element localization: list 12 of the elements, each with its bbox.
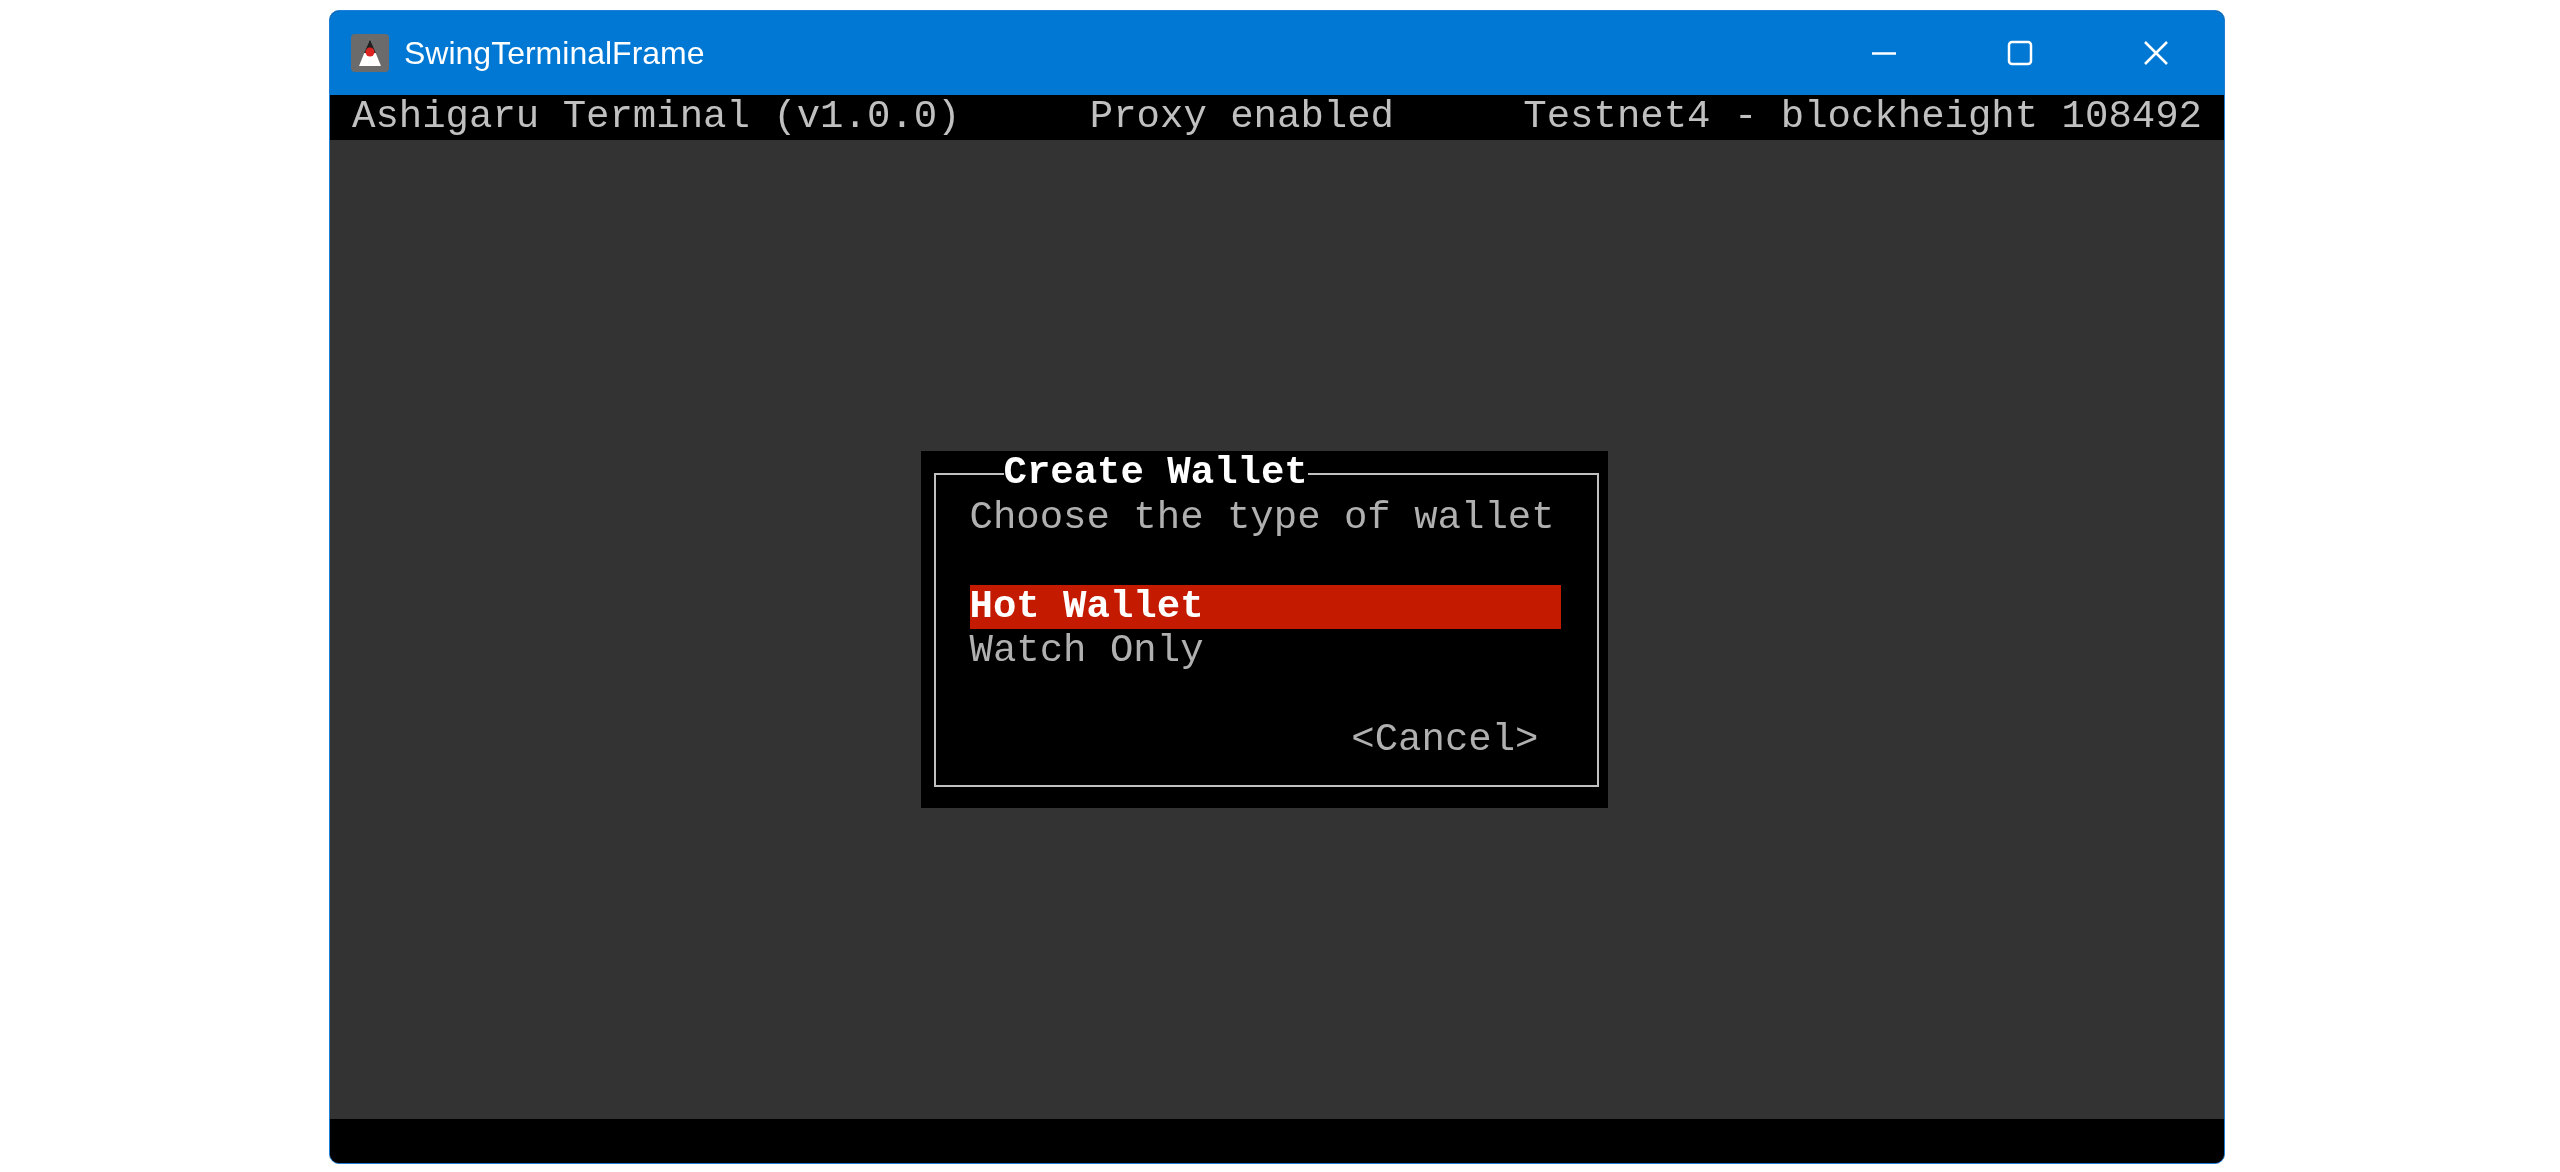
- cancel-button[interactable]: <Cancel>: [1351, 718, 1539, 763]
- minimize-icon: [1872, 51, 1896, 55]
- network-status-text: Testnet4 - blockheight 108492: [1523, 95, 2202, 140]
- dialog-title: Create Wallet: [1003, 451, 1308, 496]
- maximize-icon: [2005, 38, 2035, 68]
- app-version-text: Ashigaru Terminal (v1.0.0): [352, 95, 961, 140]
- proxy-status-text: Proxy enabled: [1089, 95, 1394, 140]
- wallet-option[interactable]: Hot Wallet: [969, 584, 1561, 630]
- prompt-text: Choose the type of wallet: [969, 495, 1556, 541]
- app-icon: [350, 33, 390, 73]
- wallet-option[interactable]: Watch Only: [969, 629, 1561, 674]
- window-title: SwingTerminalFrame: [404, 34, 706, 72]
